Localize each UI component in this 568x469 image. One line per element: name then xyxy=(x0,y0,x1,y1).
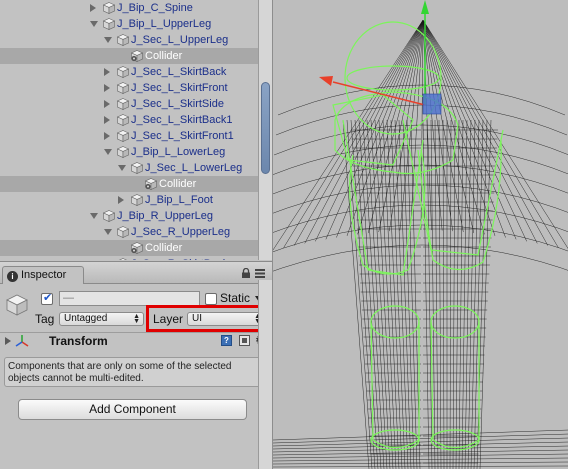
tab-inspector-label: Inspector xyxy=(21,269,67,281)
menu-icon[interactable] xyxy=(255,269,265,278)
expand-right-icon[interactable] xyxy=(104,68,110,76)
gameobject-cube-icon xyxy=(117,114,129,126)
hierarchy-item-collider[interactable]: Collider xyxy=(0,48,258,64)
hierarchy-item[interactable]: J_Bip_L_Foot xyxy=(0,192,258,208)
hierarchy-item[interactable]: J_Sec_L_SkirtFront1 xyxy=(0,128,258,144)
hierarchy-item-label: J_Sec_L_SkirtBack1 xyxy=(131,114,233,126)
hierarchy-item-label: J_Sec_L_SkirtFront xyxy=(131,82,228,94)
hierarchy-item-label: Collider xyxy=(145,242,183,254)
static-label: Static xyxy=(220,291,251,305)
hierarchy-item-label: J_Sec_L_SkirtSide xyxy=(131,98,224,110)
hierarchy-item-label: J_Sec_R_UpperLeg xyxy=(131,226,231,238)
hierarchy-item[interactable]: J_Sec_L_SkirtFront xyxy=(0,80,258,96)
transform-axes-icon xyxy=(15,335,29,347)
hierarchy-item[interactable]: J_Sec_L_UpperLeg xyxy=(0,32,258,48)
gameobject-cube-icon xyxy=(117,66,129,78)
inspector-panel: iInspector — Static Tag Untagged ▲▼ Laye… xyxy=(0,261,272,469)
scene-canvas[interactable] xyxy=(273,0,568,469)
info-icon: i xyxy=(7,271,18,282)
hierarchy-item-label: J_Sec_L_UpperLeg xyxy=(131,34,229,46)
expand-down-icon[interactable] xyxy=(90,21,98,27)
transform-label: Transform xyxy=(49,334,108,348)
scene-view[interactable] xyxy=(272,0,568,469)
tag-dropdown-value: Untagged xyxy=(64,313,108,324)
hierarchy-item[interactable]: J_Sec_L_LowerLeg xyxy=(0,160,258,176)
inspector-scrollbar[interactable] xyxy=(258,280,272,469)
hierarchy-item-label: J_Bip_L_LowerLeg xyxy=(131,146,226,158)
gameobject-cube-icon xyxy=(6,294,28,316)
hierarchy-scrollbar[interactable] xyxy=(258,0,272,260)
hierarchy-item[interactable]: J_Sec_R_SkirtBack xyxy=(0,256,258,260)
hierarchy-scroll-thumb[interactable] xyxy=(261,82,270,174)
expand-down-icon[interactable] xyxy=(104,229,112,235)
gameobject-cube-icon xyxy=(117,82,129,94)
hierarchy-item-label: J_Bip_L_UpperLeg xyxy=(117,18,212,30)
hierarchy-item-label: J_Bip_C_Spine xyxy=(117,2,193,14)
hierarchy-item[interactable]: J_Sec_L_SkirtBack xyxy=(0,64,258,80)
hierarchy-item-label: J_Bip_R_UpperLeg xyxy=(117,210,214,222)
hierarchy-item[interactable]: J_Bip_L_LowerLeg xyxy=(0,144,258,160)
hierarchy-item[interactable]: J_Bip_C_Spine xyxy=(0,0,258,16)
hierarchy-item-label: J_Sec_L_LowerLeg xyxy=(145,162,243,174)
static-checkbox[interactable] xyxy=(205,293,217,305)
gameobject-cube-icon xyxy=(103,18,115,30)
tag-label: Tag xyxy=(35,312,55,326)
object-name-field[interactable]: — xyxy=(59,291,200,306)
hierarchy-item[interactable]: J_Sec_L_SkirtSide xyxy=(0,96,258,112)
gameobject-cube-icon xyxy=(131,162,143,174)
gameobject-gear-icon xyxy=(131,242,143,254)
foldout-arrow-icon[interactable] xyxy=(5,337,11,345)
updown-arrows-icon: ▲▼ xyxy=(133,313,140,325)
hierarchy-item-label: Collider xyxy=(145,50,183,62)
transform-component-header[interactable]: Transform ? ⚙ xyxy=(0,332,272,349)
hierarchy-item-label: J_Bip_L_Foot xyxy=(145,194,213,206)
hierarchy-item-label: J_Sec_R_SkirtBack xyxy=(131,256,228,260)
hierarchy-item[interactable]: J_Sec_R_UpperLeg xyxy=(0,224,258,240)
gameobject-cube-icon xyxy=(117,226,129,238)
gameobject-cube-icon xyxy=(103,2,115,14)
hierarchy-panel: J_Bip_C_Spine J_Bip_L_UpperLeg J_Sec_L_Upp… xyxy=(0,0,272,260)
expand-right-icon[interactable] xyxy=(104,116,110,124)
help-icon[interactable]: ? xyxy=(221,335,232,346)
hierarchy-item[interactable]: J_Bip_R_UpperLeg xyxy=(0,208,258,224)
layer-highlight-box xyxy=(146,305,272,332)
gameobject-cube-icon xyxy=(117,34,129,46)
hierarchy-item[interactable]: J_Bip_L_UpperLeg xyxy=(0,16,258,32)
hierarchy-item-collider[interactable]: Collider xyxy=(0,240,258,256)
gameobject-gear-icon xyxy=(145,178,157,190)
expand-down-icon[interactable] xyxy=(118,165,126,171)
gameobject-cube-icon xyxy=(103,210,115,222)
hierarchy-item-label: J_Sec_L_SkirtBack xyxy=(131,66,227,78)
expand-right-icon[interactable] xyxy=(118,196,124,204)
hierarchy-item-collider[interactable]: Collider xyxy=(0,176,258,192)
gameobject-cube-icon xyxy=(117,146,129,158)
expand-down-icon[interactable] xyxy=(90,213,98,219)
multi-edit-help-box: Components that are only on some of the … xyxy=(4,357,268,387)
gameobject-gear-icon xyxy=(131,50,143,62)
presets-icon[interactable] xyxy=(239,335,250,346)
hierarchy-item[interactable]: J_Sec_L_SkirtBack1 xyxy=(0,112,258,128)
hierarchy-item-label: Collider xyxy=(159,178,197,190)
expand-down-icon[interactable] xyxy=(104,149,112,155)
gameobject-cube-icon xyxy=(117,98,129,110)
expand-right-icon[interactable] xyxy=(104,100,110,108)
gameobject-cube-icon xyxy=(117,130,129,142)
add-component-button[interactable]: Add Component xyxy=(18,399,247,420)
hierarchy-item-label: J_Sec_L_SkirtFront1 xyxy=(131,130,234,142)
expand-right-icon[interactable] xyxy=(104,132,110,140)
expand-right-icon[interactable] xyxy=(90,4,96,12)
gameobject-cube-icon xyxy=(131,194,143,206)
expand-right-icon[interactable] xyxy=(104,84,110,92)
active-checkbox[interactable] xyxy=(41,291,53,305)
gameobject-cube-icon xyxy=(118,258,128,260)
expand-down-icon[interactable] xyxy=(104,37,112,43)
lock-icon[interactable] xyxy=(241,268,251,278)
tab-inspector[interactable]: i Inspector xyxy=(2,266,84,284)
inspector-tab-bar: i Inspector xyxy=(0,262,272,284)
tag-dropdown[interactable]: Untagged ▲ ▼ xyxy=(59,312,144,326)
